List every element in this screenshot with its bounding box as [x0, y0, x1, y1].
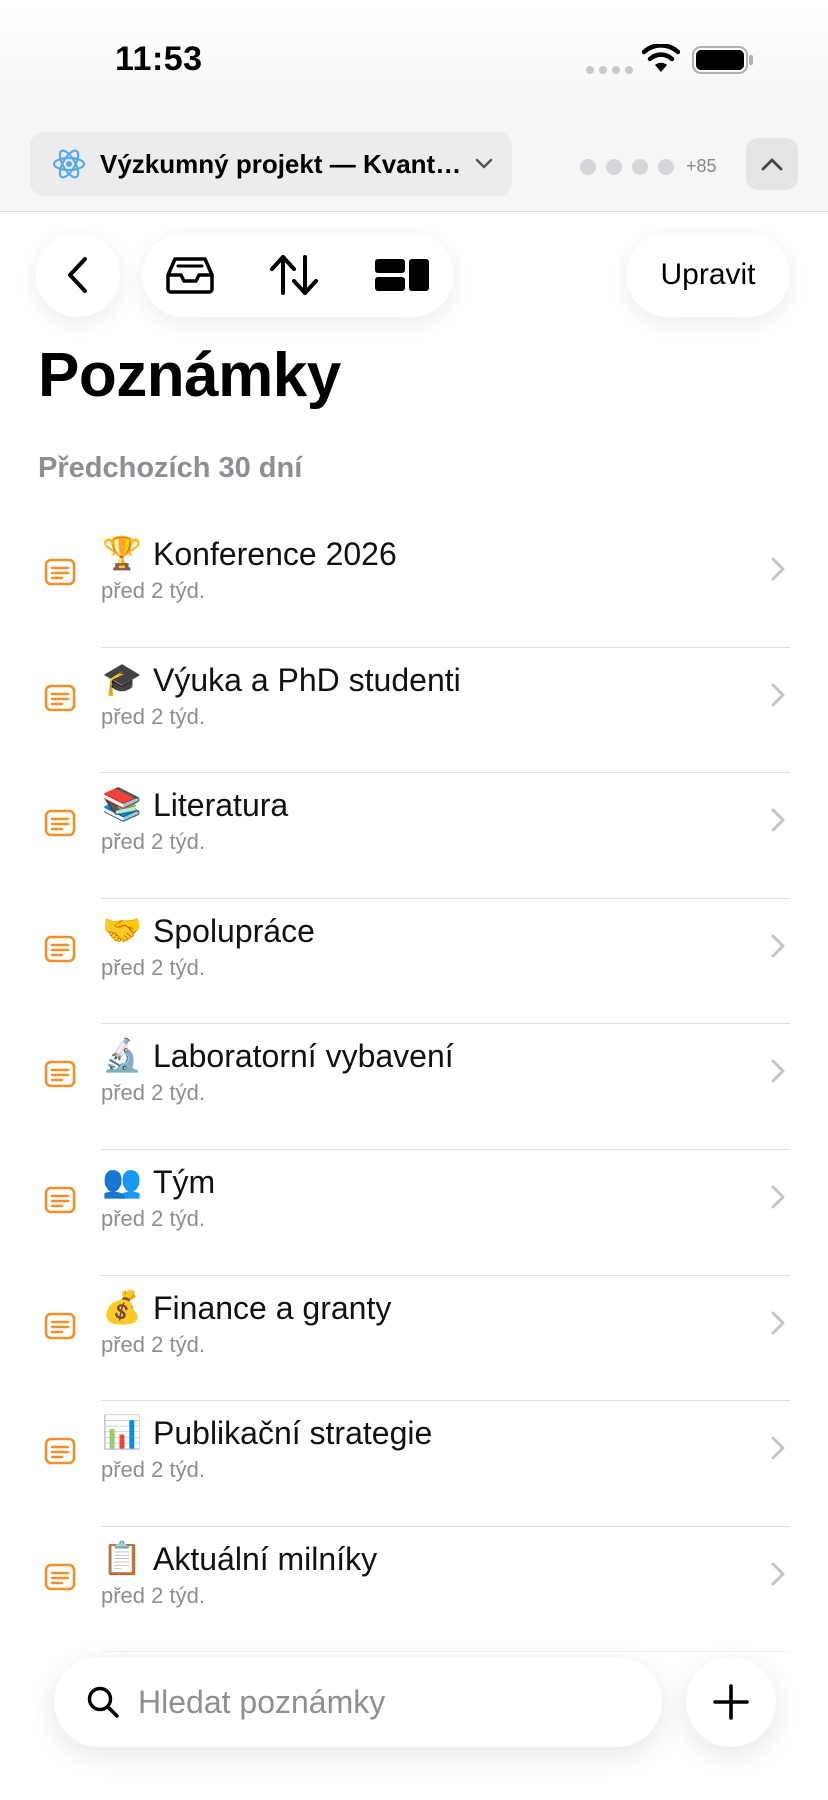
- inbox-button[interactable]: [150, 233, 230, 317]
- note-emoji: 🏆: [102, 535, 142, 571]
- note-icon: [44, 1312, 76, 1339]
- section-header: Předchozích 30 dní: [38, 452, 303, 484]
- chevron-down-icon: [475, 158, 493, 169]
- avatar: [580, 158, 596, 175]
- chevron-right-icon: [771, 808, 785, 832]
- note-emoji: 👥: [102, 1162, 142, 1199]
- status-time: 11:53: [115, 40, 203, 78]
- search-placeholder: Hledat poznámky: [138, 1683, 386, 1720]
- chevron-right-icon: [771, 934, 785, 958]
- note-emoji: 🎓: [102, 660, 142, 697]
- note-row[interactable]: 💰 Finance a granty před 2 týd.: [0, 1276, 828, 1402]
- note-emoji: 📊: [102, 1414, 142, 1451]
- note-row[interactable]: 🔬 Laboratorní vybavení před 2 týd.: [0, 1024, 828, 1150]
- note-subtitle: před 2 týd.: [101, 829, 205, 855]
- layout-icon: [375, 259, 429, 291]
- chevron-left-icon: [68, 257, 87, 293]
- chevron-right-icon: [771, 1562, 785, 1586]
- note-emoji: 🤝: [102, 911, 142, 948]
- collaborator-avatars[interactable]: +85: [580, 156, 717, 177]
- atom-icon: [52, 149, 86, 179]
- page-title: Poznámky: [38, 341, 341, 410]
- back-button[interactable]: [36, 233, 120, 317]
- search-input[interactable]: Hledat poznámky: [54, 1657, 662, 1747]
- note-row[interactable]: 🤝 Spolupráce před 2 týd.: [0, 899, 828, 1025]
- sort-button[interactable]: [254, 233, 334, 317]
- edit-button[interactable]: Upravit: [626, 233, 790, 317]
- note-row[interactable]: 📚 Literatura před 2 týd.: [0, 773, 828, 899]
- note-title: Výuka a PhD studenti: [153, 661, 461, 698]
- chevron-up-icon: [761, 158, 783, 171]
- wifi-icon: [642, 44, 680, 72]
- note-icon: [44, 1061, 76, 1088]
- add-note-button[interactable]: [686, 1657, 776, 1747]
- note-subtitle: před 2 týd.: [101, 1582, 205, 1608]
- avatar: [658, 158, 674, 175]
- note-row[interactable]: 🏆 Konference 2026 před 2 týd.: [0, 522, 828, 648]
- note-subtitle: před 2 týd.: [101, 954, 205, 980]
- note-row[interactable]: 📊 Publikační strategie před 2 týd.: [0, 1401, 828, 1527]
- cellular-signal-icon: [586, 66, 633, 74]
- note-title: Spolupráce: [153, 912, 315, 949]
- note-subtitle: před 2 týd.: [101, 1331, 205, 1357]
- project-title: Výzkumný projekt — Kvant…: [100, 148, 462, 179]
- chevron-right-icon: [771, 1311, 785, 1335]
- note-emoji: 💰: [102, 1288, 142, 1325]
- toolbar-group: [142, 233, 454, 317]
- note-icon: [44, 1437, 76, 1465]
- status-bar: 11:53: [0, 0, 828, 110]
- note-title: Finance a granty: [153, 1289, 392, 1326]
- note-icon: [44, 935, 76, 963]
- note-title: Publikační strategie: [153, 1415, 433, 1452]
- note-icon: [44, 809, 76, 837]
- avatar: [632, 158, 648, 175]
- note-title: Literatura: [153, 787, 289, 824]
- note-emoji: 📋: [102, 1539, 142, 1576]
- note-icon: [44, 1563, 76, 1591]
- note-title: Laboratorní vybavení: [153, 1038, 454, 1075]
- sort-icon: [270, 255, 318, 295]
- note-subtitle: před 2 týd.: [101, 703, 205, 729]
- note-emoji: 🔬: [102, 1037, 142, 1074]
- note-row[interactable]: 🎓 Výuka a PhD studenti před 2 týd.: [0, 648, 828, 774]
- note-icon: [44, 684, 76, 711]
- note-subtitle: před 2 týd.: [101, 1205, 205, 1231]
- collaborators-count: +85: [686, 156, 717, 176]
- note-icon: [44, 1186, 76, 1214]
- project-selector[interactable]: Výzkumný projekt — Kvant…: [30, 132, 512, 196]
- inbox-icon: [166, 257, 214, 294]
- battery-icon: [692, 46, 753, 74]
- chevron-right-icon: [771, 1185, 785, 1209]
- plus-icon: [713, 1684, 749, 1720]
- notes-list: 🏆 Konference 2026 před 2 týd. 🎓 Výuka a …: [0, 522, 828, 1778]
- note-subtitle: před 2 týd.: [101, 1080, 205, 1106]
- layout-button[interactable]: [362, 233, 442, 317]
- chevron-right-icon: [771, 1436, 785, 1460]
- collapse-button[interactable]: [746, 138, 798, 190]
- note-subtitle: před 2 týd.: [101, 1457, 205, 1483]
- avatar: [606, 158, 622, 175]
- note-emoji: 📚: [102, 786, 142, 823]
- chevron-right-icon: [771, 557, 785, 581]
- note-row[interactable]: 👥 Tým před 2 týd.: [0, 1150, 828, 1276]
- note-subtitle: před 2 týd.: [101, 578, 205, 603]
- chevron-right-icon: [771, 1059, 785, 1083]
- note-icon: [44, 558, 76, 586]
- note-title: Tým: [153, 1163, 216, 1200]
- project-header: Výzkumný projekt — Kvant… +85: [0, 110, 828, 212]
- search-icon: [87, 1686, 119, 1718]
- note-title: Konference 2026: [153, 536, 397, 572]
- note-title: Aktuální milníky: [153, 1540, 378, 1577]
- chevron-right-icon: [771, 683, 785, 707]
